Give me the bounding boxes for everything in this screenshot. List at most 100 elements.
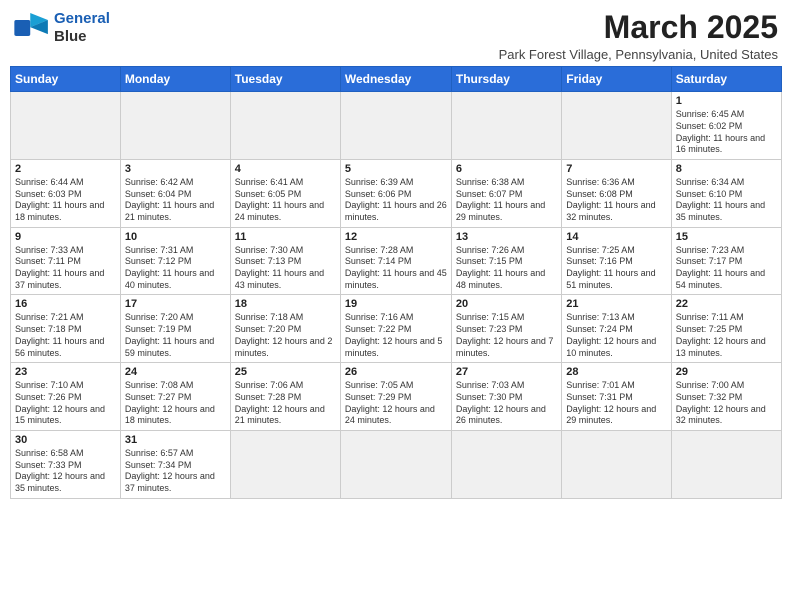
calendar-cell: 28 Sunrise: 7:01 AMSunset: 7:31 PMDayligh…: [562, 363, 671, 431]
calendar-week-row: 16Sunrise: 7:21 AMSunset: 7:18 PMDayligh…: [11, 295, 782, 363]
cell-sun-info: Sunrise: 6:34 AMSunset: 6:10 PMDaylight:…: [676, 177, 777, 224]
day-number: 4: [235, 163, 336, 175]
location: Park Forest Village, Pennsylvania, Unite…: [499, 47, 778, 62]
cell-sun-info: Sunrise: 7:30 AMSunset: 7:13 PMDaylight:…: [235, 245, 336, 292]
calendar-cell: 13 Sunrise: 7:26 AMSunset: 7:15 PMDayligh…: [451, 227, 561, 295]
calendar-week-row: 2 Sunrise: 6:44 AMSunset: 6:03 PMDaylight…: [11, 159, 782, 227]
day-number: 23: [15, 366, 116, 378]
calendar-table: SundayMondayTuesdayWednesdayThursdayFrid…: [10, 66, 782, 499]
calendar-cell: 19 Sunrise: 7:16 AMSunset: 7:22 PMDayligh…: [340, 295, 451, 363]
cell-sun-info: Sunrise: 7:28 AMSunset: 7:14 PMDaylight:…: [345, 245, 447, 292]
cell-sun-info: Sunrise: 7:01 AMSunset: 7:31 PMDaylight:…: [566, 380, 666, 427]
calendar-cell: 2 Sunrise: 6:44 AMSunset: 6:03 PMDaylight…: [11, 159, 121, 227]
calendar-cell: [451, 430, 561, 498]
cell-sun-info: Sunrise: 7:21 AMSunset: 7:18 PMDaylight:…: [15, 312, 116, 359]
calendar-header-friday: Friday: [562, 67, 671, 92]
calendar-cell: 23Sunrise: 7:10 AMSunset: 7:26 PMDayligh…: [11, 363, 121, 431]
cell-sun-info: Sunrise: 7:06 AMSunset: 7:28 PMDaylight:…: [235, 380, 336, 427]
calendar-header-tuesday: Tuesday: [230, 67, 340, 92]
calendar-cell: 26Sunrise: 7:05 AMSunset: 7:29 PMDayligh…: [340, 363, 451, 431]
calendar-cell: [671, 430, 781, 498]
cell-sun-info: Sunrise: 7:15 AMSunset: 7:23 PMDaylight:…: [456, 312, 557, 359]
calendar-cell: 16Sunrise: 7:21 AMSunset: 7:18 PMDayligh…: [11, 295, 121, 363]
cell-sun-info: Sunrise: 6:45 AMSunset: 6:02 PMDaylight:…: [676, 109, 777, 156]
day-number: 2: [15, 163, 116, 175]
calendar-cell: 5 Sunrise: 6:39 AMSunset: 6:06 PMDaylight…: [340, 159, 451, 227]
calendar-cell: 30Sunrise: 6:58 AMSunset: 7:33 PMDayligh…: [11, 430, 121, 498]
calendar-cell: 11 Sunrise: 7:30 AMSunset: 7:13 PMDayligh…: [230, 227, 340, 295]
calendar-cell: 25 Sunrise: 7:06 AMSunset: 7:28 PMDayligh…: [230, 363, 340, 431]
cell-sun-info: Sunrise: 7:18 AMSunset: 7:20 PMDaylight:…: [235, 312, 336, 359]
calendar-cell: 20 Sunrise: 7:15 AMSunset: 7:23 PMDayligh…: [451, 295, 561, 363]
cell-sun-info: Sunrise: 7:26 AMSunset: 7:15 PMDaylight:…: [456, 245, 557, 292]
calendar-cell: 9Sunrise: 7:33 AMSunset: 7:11 PMDaylight…: [11, 227, 121, 295]
calendar-cell: 8Sunrise: 6:34 AMSunset: 6:10 PMDaylight…: [671, 159, 781, 227]
calendar-week-row: 30Sunrise: 6:58 AMSunset: 7:33 PMDayligh…: [11, 430, 782, 498]
calendar-cell: 24 Sunrise: 7:08 AMSunset: 7:27 PMDayligh…: [120, 363, 230, 431]
calendar-cell: 22 Sunrise: 7:11 AMSunset: 7:25 PMDayligh…: [671, 295, 781, 363]
cell-sun-info: Sunrise: 6:38 AMSunset: 6:07 PMDaylight:…: [456, 177, 557, 224]
calendar-cell: 21 Sunrise: 7:13 AMSunset: 7:24 PMDayligh…: [562, 295, 671, 363]
calendar-cell: 4 Sunrise: 6:41 AMSunset: 6:05 PMDaylight…: [230, 159, 340, 227]
cell-sun-info: Sunrise: 6:42 AMSunset: 6:04 PMDaylight:…: [125, 177, 226, 224]
logo: General Blue: [14, 10, 110, 46]
cell-sun-info: Sunrise: 6:44 AMSunset: 6:03 PMDaylight:…: [15, 177, 116, 224]
calendar-cell: 18Sunrise: 7:18 AMSunset: 7:20 PMDayligh…: [230, 295, 340, 363]
day-number: 11: [235, 231, 336, 243]
calendar-cell: [230, 430, 340, 498]
day-number: 12: [345, 231, 447, 243]
cell-sun-info: Sunrise: 6:57 AMSunset: 7:34 PMDaylight:…: [125, 448, 226, 495]
cell-sun-info: Sunrise: 7:11 AMSunset: 7:25 PMDaylight:…: [676, 312, 777, 359]
day-number: 21: [566, 298, 666, 310]
cell-sun-info: Sunrise: 7:16 AMSunset: 7:22 PMDaylight:…: [345, 312, 447, 359]
day-number: 25: [235, 366, 336, 378]
calendar-cell: 3 Sunrise: 6:42 AMSunset: 6:04 PMDaylight…: [120, 159, 230, 227]
calendar-cell: 12 Sunrise: 7:28 AMSunset: 7:14 PMDayligh…: [340, 227, 451, 295]
day-number: 13: [456, 231, 557, 243]
calendar-week-row: 1 Sunrise: 6:45 AMSunset: 6:02 PMDaylight…: [11, 92, 782, 160]
day-number: 24: [125, 366, 226, 378]
cell-sun-info: Sunrise: 7:25 AMSunset: 7:16 PMDaylight:…: [566, 245, 666, 292]
title-section: March 2025 Park Forest Village, Pennsylv…: [499, 10, 778, 62]
page-header: General Blue March 2025 Park Forest Vill…: [10, 10, 782, 62]
cell-sun-info: Sunrise: 7:33 AMSunset: 7:11 PMDaylight:…: [15, 245, 116, 292]
calendar-cell: 6 Sunrise: 6:38 AMSunset: 6:07 PMDaylight…: [451, 159, 561, 227]
day-number: 31: [125, 434, 226, 446]
cell-sun-info: Sunrise: 7:08 AMSunset: 7:27 PMDaylight:…: [125, 380, 226, 427]
day-number: 29: [676, 366, 777, 378]
day-number: 28: [566, 366, 666, 378]
day-number: 20: [456, 298, 557, 310]
logo-text: General Blue: [54, 10, 110, 46]
calendar-cell: 17Sunrise: 7:20 AMSunset: 7:19 PMDayligh…: [120, 295, 230, 363]
calendar-cell: [562, 430, 671, 498]
day-number: 10: [125, 231, 226, 243]
month-title: March 2025: [499, 10, 778, 45]
day-number: 3: [125, 163, 226, 175]
calendar-cell: 7Sunrise: 6:36 AMSunset: 6:08 PMDaylight…: [562, 159, 671, 227]
calendar-header-row: SundayMondayTuesdayWednesdayThursdayFrid…: [11, 67, 782, 92]
day-number: 19: [345, 298, 447, 310]
cell-sun-info: Sunrise: 7:13 AMSunset: 7:24 PMDaylight:…: [566, 312, 666, 359]
cell-sun-info: Sunrise: 6:58 AMSunset: 7:33 PMDaylight:…: [15, 448, 116, 495]
day-number: 6: [456, 163, 557, 175]
cell-sun-info: Sunrise: 6:41 AMSunset: 6:05 PMDaylight:…: [235, 177, 336, 224]
generalblue-logo-icon: [14, 13, 50, 43]
day-number: 27: [456, 366, 557, 378]
day-number: 17: [125, 298, 226, 310]
day-number: 5: [345, 163, 447, 175]
day-number: 15: [676, 231, 777, 243]
calendar-cell: [340, 430, 451, 498]
cell-sun-info: Sunrise: 7:05 AMSunset: 7:29 PMDaylight:…: [345, 380, 447, 427]
cell-sun-info: Sunrise: 7:31 AMSunset: 7:12 PMDaylight:…: [125, 245, 226, 292]
day-number: 1: [676, 95, 777, 107]
calendar-cell: 29Sunrise: 7:00 AMSunset: 7:32 PMDayligh…: [671, 363, 781, 431]
calendar-cell: [340, 92, 451, 160]
cell-sun-info: Sunrise: 6:39 AMSunset: 6:06 PMDaylight:…: [345, 177, 447, 224]
day-number: 22: [676, 298, 777, 310]
calendar-cell: 31 Sunrise: 6:57 AMSunset: 7:34 PMDayligh…: [120, 430, 230, 498]
calendar-header-saturday: Saturday: [671, 67, 781, 92]
cell-sun-info: Sunrise: 6:36 AMSunset: 6:08 PMDaylight:…: [566, 177, 666, 224]
calendar-cell: 14Sunrise: 7:25 AMSunset: 7:16 PMDayligh…: [562, 227, 671, 295]
calendar-cell: 27Sunrise: 7:03 AMSunset: 7:30 PMDayligh…: [451, 363, 561, 431]
calendar-cell: [11, 92, 121, 160]
